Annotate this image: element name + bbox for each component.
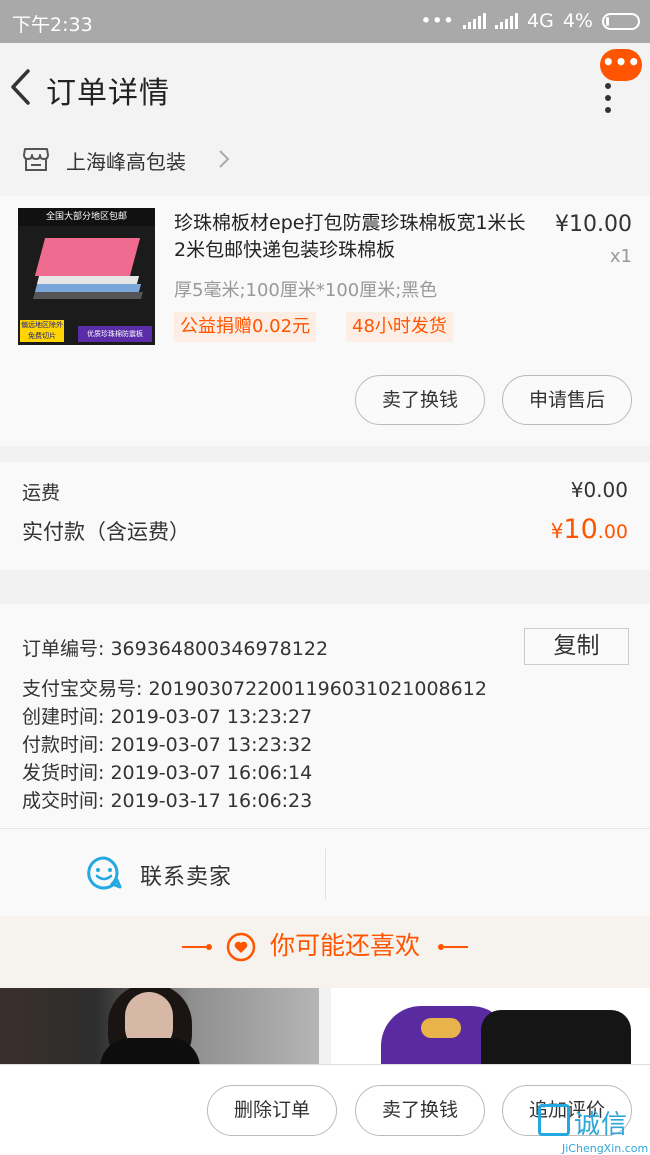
page-title: 订单详情: [46, 76, 170, 111]
back-arrow-icon[interactable]: [8, 67, 38, 107]
sell-for-cash-button[interactable]: 卖了换钱: [355, 375, 485, 425]
product-price: ¥10.00: [555, 212, 632, 237]
battery-percent: 4%: [562, 10, 593, 32]
dots-icon: •••: [420, 10, 455, 32]
contact-seller-label: 联系卖家: [140, 865, 233, 890]
shipping-value: ¥0.00: [570, 478, 628, 502]
status-bar: 下午2:33 ••• 4G 4%: [0, 0, 650, 43]
shipping-label: 运费: [22, 482, 61, 504]
signal-icon-2: [495, 13, 519, 29]
order-number: 订单编号: 369364800346978122: [22, 638, 329, 660]
paid-label: 实付款（含运费）: [22, 520, 190, 544]
message-badge[interactable]: •••: [600, 49, 642, 81]
created-time: 创建时间: 2019-03-07 13:23:27: [22, 706, 313, 728]
copy-button[interactable]: 复制: [524, 628, 629, 665]
heart-icon: [226, 932, 256, 962]
paid-time: 付款时间: 2019-03-07 13:23:32: [22, 734, 313, 756]
shop-name: 上海峰高包装: [66, 150, 186, 174]
status-indicators: ••• 4G 4%: [420, 10, 640, 32]
shipping-tag: 48小时发货: [346, 312, 453, 342]
after-sale-button[interactable]: 申请售后: [502, 375, 632, 425]
paid-amount: ¥10.00: [550, 514, 628, 545]
product-quantity: x1: [609, 246, 632, 267]
shop-icon: [23, 148, 49, 171]
watermark: 诚信 JiChengXin.com: [532, 1104, 650, 1155]
signal-icon: [463, 13, 487, 29]
charity-tag: 公益捐赠0.02元: [174, 312, 317, 342]
recommend-title: 你可能还喜欢: [269, 931, 420, 960]
recommend-header: 你可能还喜欢: [0, 916, 650, 988]
thumb-badge-right: 优质珍珠棉防震板: [78, 326, 152, 342]
delete-order-button[interactable]: 删除订单: [207, 1085, 337, 1136]
chevron-right-icon: [219, 150, 230, 168]
thumb-banner: 全国大部分地区包邮: [18, 208, 155, 226]
thumb-badge-left: 偏远地区除外 免费切片: [20, 320, 64, 342]
chat-smile-icon: [87, 856, 122, 890]
shop-row[interactable]: 上海峰高包装: [0, 130, 650, 196]
fee-section: 运费 ¥0.00 实付款（含运费） ¥10.00: [0, 462, 650, 570]
nav-bar: 订单详情 •••: [0, 43, 650, 130]
recommend-item-2[interactable]: [331, 988, 650, 1068]
product-thumbnail[interactable]: 全国大部分地区包邮 偏远地区除外 免费切片 优质珍珠棉防震板: [18, 208, 155, 345]
sell-button[interactable]: 卖了换钱: [355, 1085, 485, 1136]
product-spec: 厚5毫米;100厘米*100厘米;黑色: [174, 280, 438, 301]
recommend-title-row: 你可能还喜欢: [0, 926, 650, 962]
alipay-number: 支付宝交易号: 2019030722001196031021008612: [22, 678, 487, 700]
completed-time: 成交时间: 2019-03-17 16:06:23: [22, 790, 313, 812]
product-title: 珍珠棉板材epe打包防震珍珠棉板宽1米长2米包邮快递包装珍珠棉板: [174, 212, 526, 261]
shipped-time: 发货时间: 2019-03-07 16:06:14: [22, 762, 313, 784]
watermark-subtext: JiChengXin.com: [562, 1142, 649, 1155]
product-card[interactable]: 全国大部分地区包邮 偏远地区除外 免费切片 优质珍珠棉防震板 珍珠棉板材epe打…: [0, 196, 650, 446]
more-menu-icon[interactable]: [604, 83, 612, 119]
divider: [325, 849, 326, 899]
contact-seller-row[interactable]: 联系卖家: [0, 828, 650, 916]
battery-icon: [602, 12, 640, 30]
recommend-item-1[interactable]: [0, 988, 319, 1068]
watermark-text: 诚信: [574, 1110, 629, 1140]
status-time: 下午2:33: [12, 14, 93, 36]
watermark-logo-icon: [538, 1104, 570, 1136]
order-info: 订单编号: 369364800346978122 复制 支付宝交易号: 2019…: [0, 604, 650, 828]
network-type: 4G: [527, 10, 554, 32]
